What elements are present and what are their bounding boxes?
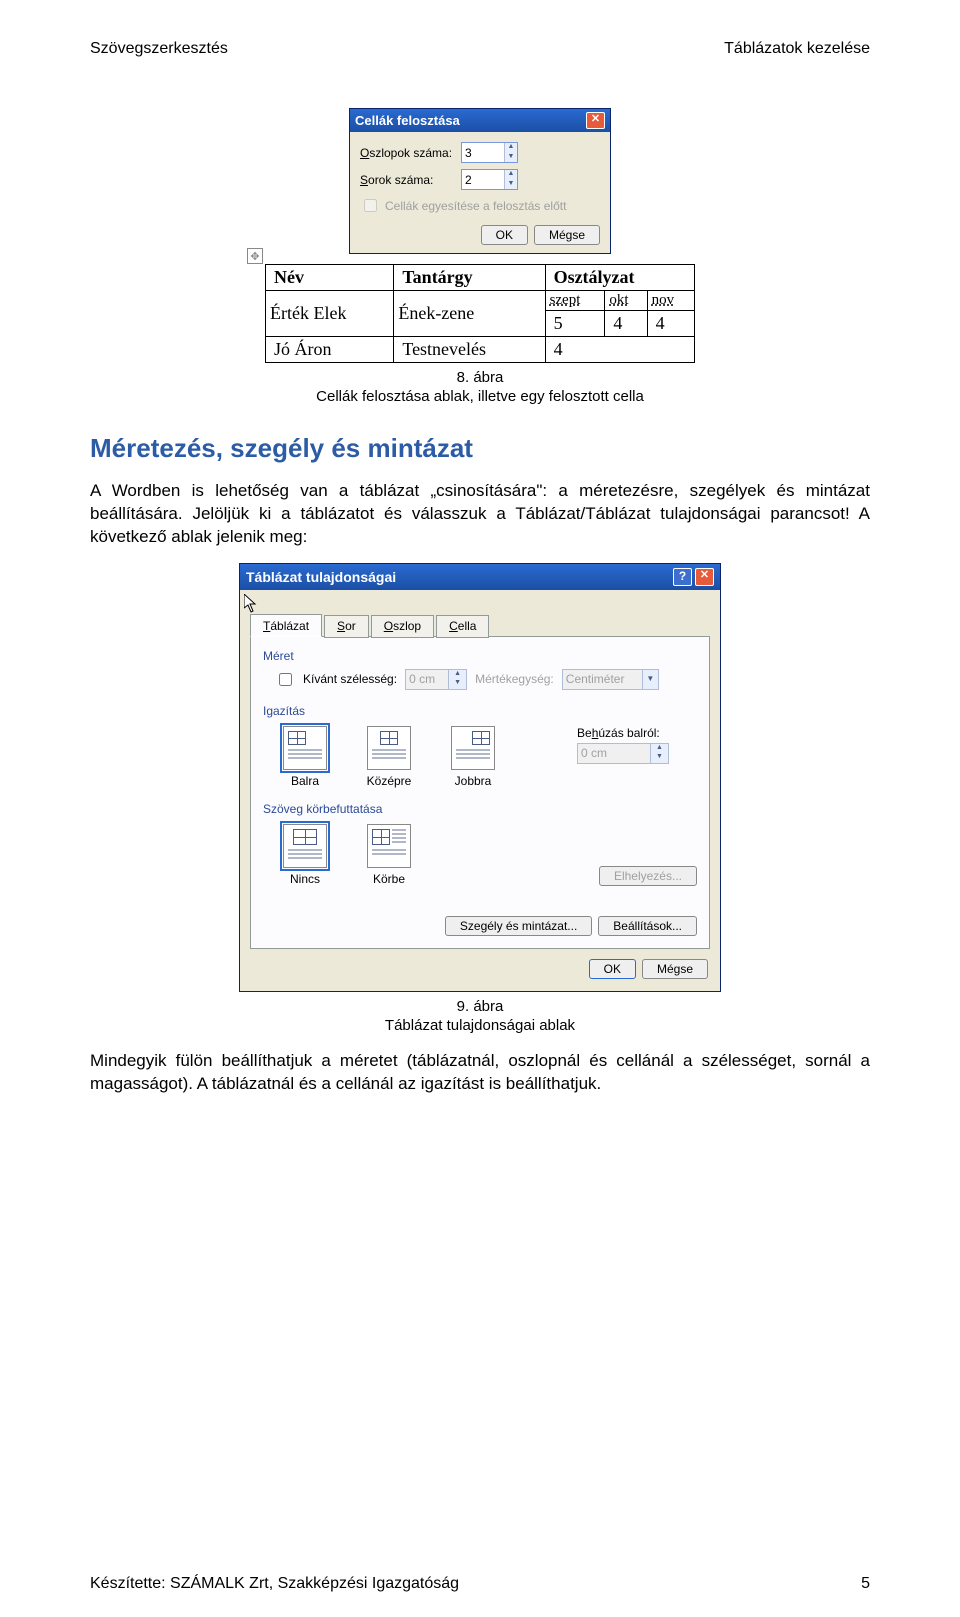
cursor-icon — [244, 594, 260, 614]
close-icon[interactable]: ✕ — [586, 112, 605, 129]
paragraph: Mindegyik fülön beállíthatjuk a méretet … — [90, 1050, 870, 1096]
group-size-label: Méret — [263, 649, 697, 663]
table-cell: okt — [605, 291, 647, 311]
preferred-width-label: Kívánt szélesség: — [303, 672, 397, 686]
close-icon[interactable]: ✕ — [695, 568, 714, 586]
rows-label: Sorok száma: — [360, 173, 455, 187]
table-cell: Ének-zene — [394, 291, 545, 337]
spin-up-icon[interactable]: ▲ — [505, 143, 517, 153]
table-header: Név — [266, 265, 394, 291]
columns-label: Oszlopok száma: — [360, 146, 455, 160]
options-button[interactable]: Beállítások... — [598, 916, 697, 936]
table-cell: szept — [545, 291, 605, 311]
rows-spinner[interactable]: ▲▼ — [461, 169, 518, 190]
indent-label: Behúzás balról: — [577, 726, 697, 740]
ok-button[interactable]: OK — [481, 225, 528, 245]
table-move-handle-icon[interactable]: ✥ — [247, 248, 263, 264]
align-center-label: Középre — [359, 774, 419, 788]
spin-up-icon[interactable]: ▲ — [505, 170, 517, 180]
indent-input: 0 cm ▲▼ — [577, 743, 669, 764]
figure-caption: Táblázat tulajdonságai ablak — [90, 1017, 870, 1034]
figure-caption: 9. ábra — [90, 998, 870, 1015]
table-cell: nov — [647, 291, 694, 311]
table-cell: 4 — [545, 337, 694, 363]
spin-up-icon: ▲ — [651, 744, 668, 754]
spin-down-icon[interactable]: ▼ — [505, 180, 517, 190]
columns-input[interactable] — [462, 143, 504, 162]
tab-cell[interactable]: Cella — [436, 615, 489, 638]
columns-spinner[interactable]: ▲▼ — [461, 142, 518, 163]
table-cell: Jó Áron — [266, 337, 394, 363]
table-header: Osztályzat — [545, 265, 694, 291]
split-cells-dialog: Cellák felosztása ✕ Oszlopok száma: ▲▼ S… — [349, 108, 611, 254]
footer-left: Készítette: SZÁMALK Zrt, Szakképzési Iga… — [90, 1575, 459, 1593]
cancel-button[interactable]: Mégse — [534, 225, 600, 245]
tab-table[interactable]: Táblázat — [250, 614, 322, 637]
table-properties-dialog: Táblázat tulajdonságai ? ✕ Táblázat Sor … — [239, 563, 721, 992]
dialog2-title: Táblázat tulajdonságai — [246, 569, 396, 585]
chevron-down-icon: ▼ — [642, 670, 658, 689]
dialog1-title: Cellák felosztása — [355, 113, 460, 128]
sample-table: Név Tantárgy Osztályzat Érték Elek Ének-… — [265, 264, 695, 363]
table-cell: Érték Elek — [266, 291, 394, 337]
paragraph: A Wordben is lehetőség van a táblázat „c… — [90, 480, 870, 549]
header-left: Szövegszerkesztés — [90, 40, 228, 58]
tab-row[interactable]: Sor — [324, 615, 369, 638]
table-cell: 4 — [605, 311, 647, 337]
header-right: Táblázatok kezelése — [724, 40, 870, 58]
width-input: 0 cm ▲▼ — [405, 669, 467, 690]
table-cell: Testnevelés — [394, 337, 545, 363]
merge-label: Cellák egyesítése a felosztás előtt — [385, 199, 566, 213]
align-center-option[interactable] — [367, 726, 411, 770]
ok-button[interactable]: OK — [589, 959, 636, 979]
group-wrap-label: Szöveg körbefuttatása — [263, 802, 697, 816]
unit-label: Mértékegység: — [475, 672, 554, 686]
wrap-none-option[interactable] — [283, 824, 327, 868]
wrap-none-label: Nincs — [275, 872, 335, 886]
align-left-label: Balra — [275, 774, 335, 788]
figure-caption: Cellák felosztása ablak, illetve egy fel… — [90, 388, 870, 405]
placement-button: Elhelyezés... — [599, 866, 697, 886]
spin-down-icon: ▼ — [449, 679, 466, 689]
align-right-label: Jobbra — [443, 774, 503, 788]
section-heading: Méretezés, szegély és mintázat — [90, 433, 870, 464]
align-left-option[interactable] — [283, 726, 327, 770]
rows-input[interactable] — [462, 170, 504, 189]
wrap-around-option[interactable] — [367, 824, 411, 868]
wrap-around-label: Körbe — [359, 872, 419, 886]
cancel-button[interactable]: Mégse — [642, 959, 708, 979]
figure-caption: 8. ábra — [90, 369, 870, 386]
unit-combo: Centiméter ▼ — [562, 669, 659, 690]
preferred-width-checkbox[interactable] — [279, 673, 292, 686]
group-align-label: Igazítás — [263, 704, 697, 718]
tab-column[interactable]: Oszlop — [371, 615, 434, 638]
table-header: Tantárgy — [394, 265, 545, 291]
page-number: 5 — [861, 1575, 870, 1593]
spin-down-icon: ▼ — [651, 753, 668, 763]
spin-down-icon[interactable]: ▼ — [505, 153, 517, 163]
align-right-option[interactable] — [451, 726, 495, 770]
table-cell: 4 — [647, 311, 694, 337]
table-cell: 5 — [545, 311, 605, 337]
merge-checkbox — [364, 199, 377, 212]
help-icon[interactable]: ? — [673, 568, 692, 586]
border-shading-button[interactable]: Szegély és mintázat... — [445, 916, 592, 936]
spin-up-icon: ▲ — [449, 670, 466, 680]
